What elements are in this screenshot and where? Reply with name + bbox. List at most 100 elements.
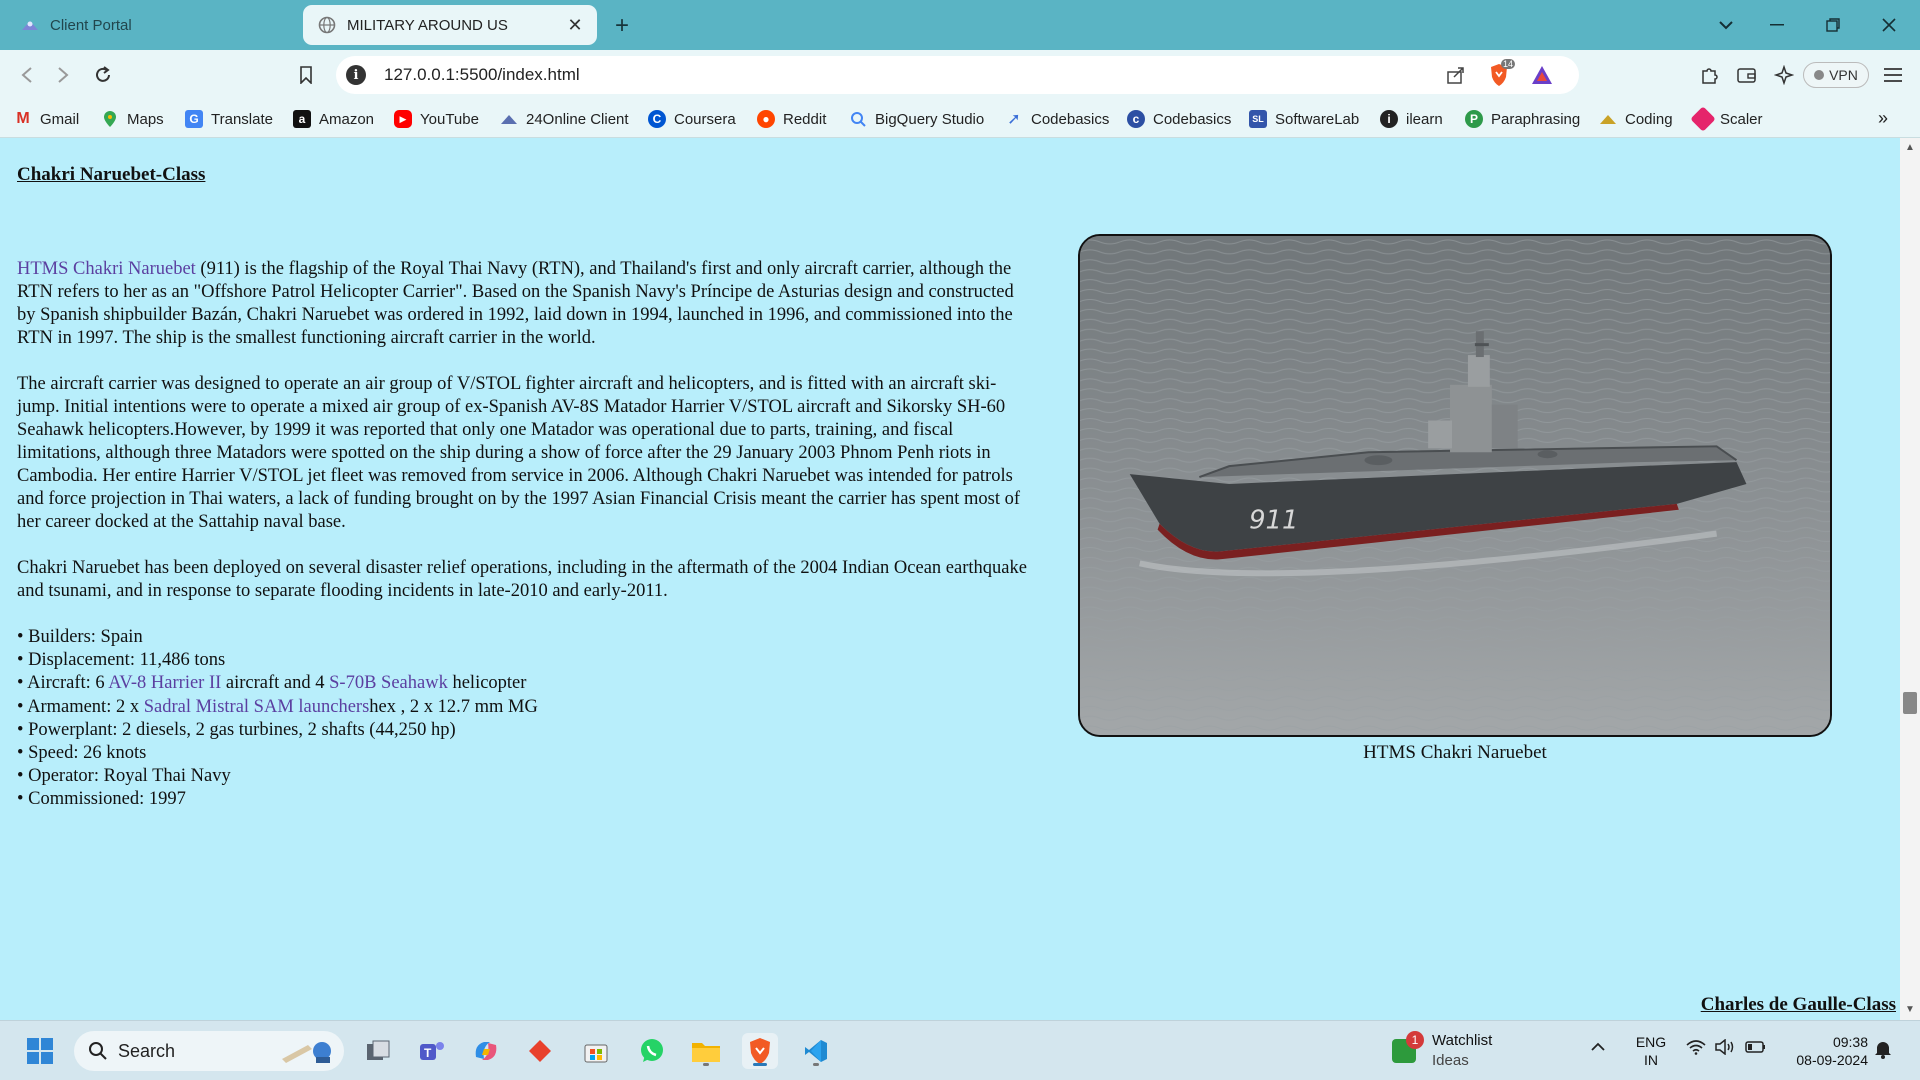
vpn-button[interactable]: VPN (1803, 62, 1869, 88)
red-diamond-app-icon[interactable] (522, 1033, 558, 1069)
address-bar[interactable]: i 127.0.0.1:5500/index.html 14 (336, 56, 1579, 94)
menu-hamburger-icon[interactable] (1880, 62, 1906, 88)
system-clock[interactable]: 09:38 08-09-2024 (1782, 1033, 1868, 1069)
vscode-icon[interactable] (798, 1033, 834, 1069)
spec-text: aircraft and 4 (221, 673, 330, 694)
clock-time: 09:38 (1832, 1034, 1868, 1050)
bookmark-reddit[interactable]: ● Reddit (757, 108, 826, 130)
minimize-icon[interactable] (1760, 10, 1794, 40)
bookmark-translate[interactable]: G Translate (185, 108, 273, 130)
bookmark-label: Scaler (1720, 110, 1763, 128)
leo-ai-icon[interactable] (1771, 62, 1797, 88)
wifi-icon[interactable] (1686, 1039, 1706, 1060)
s70b-seahawk-link[interactable]: S-70B Seahawk (329, 673, 448, 693)
section-heading[interactable]: Chakri Naruebet-Class (17, 164, 205, 186)
spec-displacement: • Displacement: 11,486 tons (17, 650, 226, 671)
specs-list: • Builders: Spain • Displacement: 11,486… (17, 626, 1032, 812)
av8-harrier-link[interactable]: AV-8 Harrier II (108, 673, 221, 693)
brave-shields-badge: 14 (1501, 59, 1516, 69)
bookmark-paraphrasing[interactable]: P Paraphrasing (1465, 108, 1580, 130)
paragraph-intro: HTMS Chakri Naruebet (911) is the flagsh… (17, 258, 1032, 350)
copilot-icon[interactable] (468, 1033, 504, 1069)
watchlist-badge: 1 (1406, 1031, 1424, 1049)
bookmark-gmail[interactable]: M Gmail (14, 108, 79, 130)
watchlist-widget[interactable]: 1 Watchlist Ideas (1392, 1029, 1532, 1073)
tab-client-portal[interactable]: Client Portal (10, 5, 300, 45)
bookmark-label: 24Online Client (526, 110, 629, 128)
next-section-heading-link[interactable]: Charles de Gaulle-Class (1701, 994, 1896, 1016)
battery-icon[interactable] (1745, 1039, 1767, 1060)
restore-icon[interactable] (1816, 10, 1850, 40)
file-explorer-icon[interactable] (688, 1033, 724, 1069)
microsoft-store-icon[interactable] (578, 1033, 614, 1069)
url-text: 127.0.0.1:5500/index.html (384, 65, 580, 84)
close-window-icon[interactable] (1872, 10, 1906, 40)
brave-rewards-triangle-icon[interactable] (1530, 63, 1554, 87)
input-language-indicator[interactable]: ENG IN (1634, 1033, 1668, 1069)
bookmark-icon[interactable] (291, 60, 321, 90)
bookmark-bigquery[interactable]: BigQuery Studio (849, 108, 984, 130)
bookmark-codebasics-1[interactable]: ➚ Codebasics (1005, 108, 1109, 130)
windows-start-icon[interactable] (22, 1033, 58, 1069)
bookmark-youtube[interactable]: ▶ YouTube (394, 108, 479, 130)
coding-icon (1599, 110, 1617, 128)
bookmark-codebasics-2[interactable]: c Codebasics (1127, 108, 1231, 130)
search-icon (88, 1041, 108, 1061)
spec-text: • Aircraft: 6 (17, 673, 109, 694)
bookmark-coursera[interactable]: C Coursera (648, 108, 736, 130)
new-tab-plus-icon[interactable]: + (608, 12, 636, 40)
translate-icon: G (185, 110, 203, 128)
share-icon[interactable] (1444, 63, 1468, 87)
bookmark-coding[interactable]: Coding (1599, 108, 1673, 130)
globe-icon (317, 15, 337, 35)
back-arrow-icon[interactable] (12, 60, 42, 90)
bookmark-label: SoftwareLab (1275, 110, 1360, 128)
bookmark-label: Coursera (674, 110, 736, 128)
bookmark-24online[interactable]: 24Online Client (500, 108, 629, 130)
maps-icon (101, 110, 119, 128)
softwarelab-icon: SL (1249, 110, 1267, 128)
notification-bell-icon[interactable] (1874, 1039, 1892, 1064)
reload-icon[interactable] (88, 60, 118, 90)
bookmark-label: Maps (127, 110, 164, 128)
more-bookmarks-chevron-icon[interactable]: » (1878, 108, 1888, 129)
htms-chakri-naruebet-link[interactable]: HTMS Chakri Naruebet (17, 259, 196, 279)
taskbar-search-box[interactable]: Search (74, 1031, 344, 1071)
bookmark-amazon[interactable]: a Amazon (293, 108, 374, 130)
ilearn-icon: i (1380, 110, 1398, 128)
show-hidden-icons-chevron-icon[interactable] (1590, 1039, 1606, 1057)
bookmark-label: Paraphrasing (1491, 110, 1581, 128)
site-info-icon[interactable]: i (346, 65, 366, 85)
whatsapp-icon[interactable] (634, 1033, 670, 1069)
brave-shields-icon[interactable]: 14 (1487, 59, 1516, 87)
hull-number: 911 (1249, 506, 1298, 536)
tab-military-around-us[interactable]: MILITARY AROUND US ✕ (303, 5, 597, 45)
tab-label: Client Portal (50, 16, 132, 34)
volume-icon[interactable] (1715, 1038, 1735, 1060)
spec-commissioned: • Commissioned: 1997 (17, 789, 186, 810)
scroll-up-arrow-icon[interactable]: ▲ (1904, 142, 1916, 154)
scaler-icon (1690, 106, 1716, 132)
scroll-down-arrow-icon[interactable]: ▼ (1904, 1004, 1916, 1016)
spec-text: helicopter (447, 673, 527, 694)
extensions-puzzle-icon[interactable] (1697, 62, 1723, 88)
bookmark-softwarelab[interactable]: SL SoftwareLab (1249, 108, 1359, 130)
reddit-icon: ● (757, 110, 775, 128)
bookmark-maps[interactable]: Maps (101, 108, 164, 130)
teams-icon[interactable]: T (414, 1033, 450, 1069)
forward-arrow-icon[interactable] (48, 60, 78, 90)
bookmark-label: Gmail (40, 110, 80, 128)
amazon-icon: a (293, 110, 311, 128)
sadral-mistral-link[interactable]: Sadral Mistral SAM launchers (144, 697, 370, 717)
page-scrollbar[interactable]: ▲ ▼ (1900, 138, 1920, 1020)
page-content: Chakri Naruebet-Class HTMS Chakri Narueb… (10, 138, 1900, 1020)
region-code: IN (1644, 1052, 1658, 1068)
close-tab-icon[interactable]: ✕ (565, 15, 585, 35)
wallet-icon[interactable] (1734, 62, 1760, 88)
scrollbar-thumb[interactable] (1903, 692, 1917, 714)
bookmark-ilearn[interactable]: i ilearn (1380, 108, 1443, 130)
bookmark-scaler[interactable]: Scaler (1690, 106, 1763, 132)
task-view-icon[interactable] (360, 1033, 396, 1069)
tab-search-chevron-down-icon[interactable] (1709, 10, 1743, 40)
brave-browser-icon[interactable] (742, 1033, 778, 1069)
